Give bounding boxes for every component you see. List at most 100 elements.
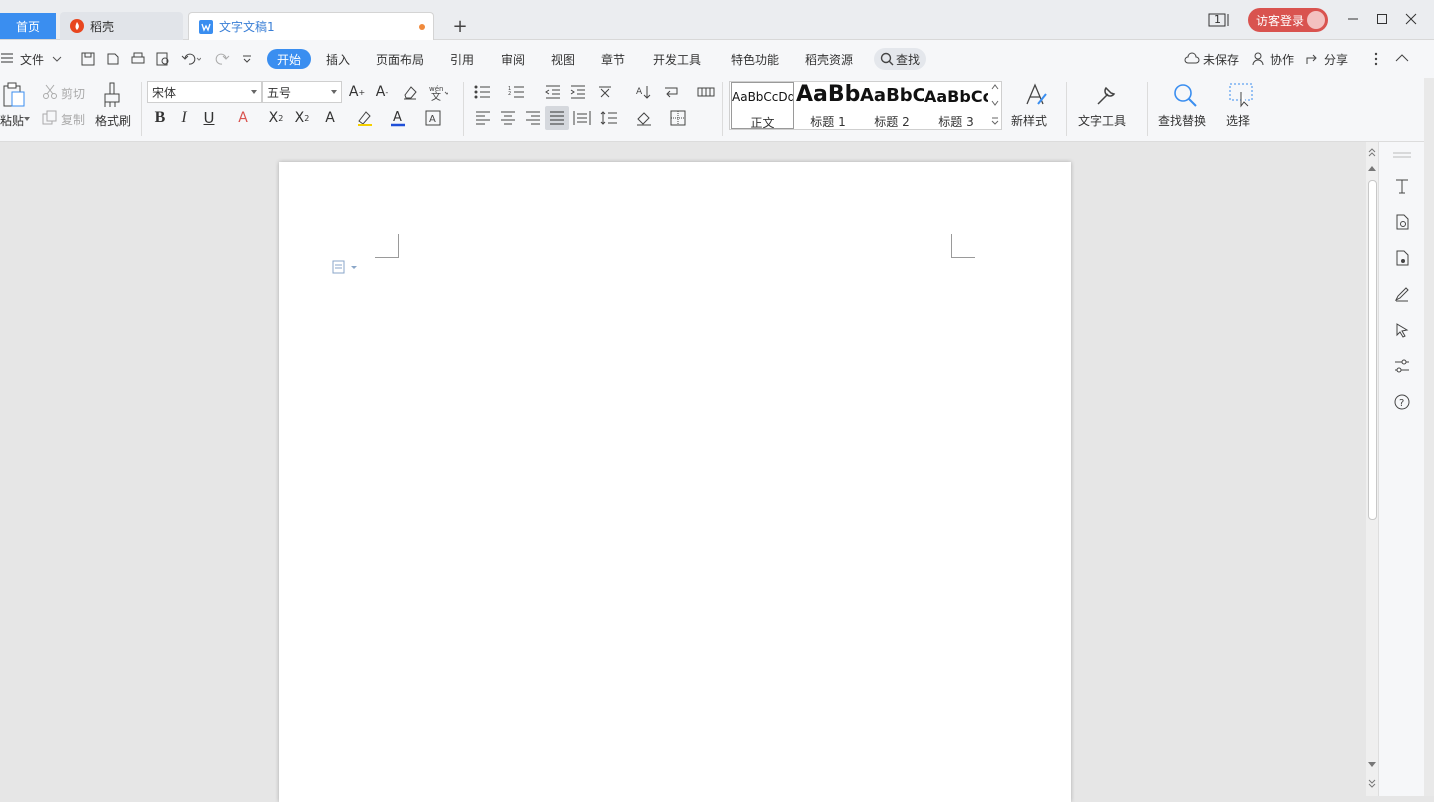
bold-icon[interactable]: B — [150, 108, 170, 128]
copy-button[interactable]: 复制 — [61, 111, 85, 128]
tab-home[interactable]: 首页 — [0, 13, 56, 39]
italic-icon[interactable]: I — [174, 108, 194, 128]
styles-expand-icon[interactable] — [991, 117, 999, 125]
print-icon[interactable] — [130, 51, 146, 67]
align-right-icon[interactable] — [523, 108, 543, 128]
text-tools-button[interactable]: 文字工具 — [1078, 112, 1126, 129]
select-icon[interactable] — [1228, 82, 1254, 108]
scroll-up-icon[interactable] — [1368, 166, 1376, 172]
menu-section[interactable]: 章节 — [601, 51, 625, 68]
undo-icon[interactable] — [181, 51, 201, 67]
cut-button[interactable]: 剪切 — [61, 85, 85, 102]
text-style-icon[interactable] — [1391, 175, 1413, 197]
phonetic-guide-icon[interactable]: wén 文 — [428, 82, 448, 102]
clear-format-icon[interactable] — [400, 82, 420, 102]
line-spacing-icon[interactable] — [599, 108, 619, 128]
styles-scroll-down-icon[interactable] — [991, 100, 999, 106]
doc-settings-icon[interactable] — [1391, 247, 1413, 269]
document-page[interactable] — [279, 162, 1071, 802]
tab-daoke[interactable]: 稻壳 — [60, 12, 183, 40]
page-counter-button[interactable]: 1 — [1208, 12, 1230, 28]
pen-icon[interactable] — [1391, 283, 1413, 305]
shrink-font-icon[interactable]: A- — [372, 82, 392, 102]
justify-icon[interactable] — [545, 106, 569, 130]
select-button[interactable]: 选择 — [1226, 112, 1250, 129]
scroll-top-icon[interactable] — [1368, 148, 1376, 158]
doc-properties-icon[interactable] — [1391, 211, 1413, 233]
align-left-icon[interactable] — [473, 108, 493, 128]
chinese-layout-icon[interactable] — [596, 82, 616, 102]
save-icon[interactable] — [80, 51, 96, 67]
maximize-icon[interactable] — [1375, 12, 1389, 26]
style-heading-2[interactable]: AaBbC 标题 2 — [860, 82, 924, 129]
help-icon[interactable]: ? — [1391, 391, 1413, 413]
superscript-icon[interactable]: X2 — [266, 108, 286, 128]
export-icon[interactable] — [105, 51, 121, 67]
strikethrough-icon[interactable]: A — [233, 108, 253, 128]
decrease-indent-icon[interactable] — [543, 82, 563, 102]
tab-document[interactable]: 文字文稿1 — [188, 12, 434, 40]
format-painter-button[interactable]: 格式刷 — [95, 112, 131, 129]
copy-icon[interactable] — [42, 110, 58, 126]
vertical-scrollbar[interactable] — [1366, 142, 1378, 796]
menu-developer[interactable]: 开发工具 — [653, 51, 701, 68]
grow-font-icon[interactable]: A + — [347, 82, 367, 102]
menu-daoke-resources[interactable]: 稻壳资源 — [805, 51, 853, 68]
customize-toolbar-icon[interactable] — [241, 53, 253, 65]
menu-start[interactable]: 开始 — [267, 49, 311, 69]
shading-icon[interactable] — [634, 108, 654, 128]
select-pointer-icon[interactable] — [1391, 319, 1413, 341]
scroll-bottom-icon[interactable] — [1368, 778, 1376, 788]
increase-indent-icon[interactable] — [568, 82, 588, 102]
borders-icon[interactable] — [668, 108, 688, 128]
styles-scroll-up-icon[interactable] — [991, 84, 999, 90]
font-size-select[interactable]: 五号 — [262, 81, 342, 103]
text-tools-icon[interactable] — [1094, 82, 1120, 108]
numbered-list-icon[interactable]: 12 — [507, 82, 527, 102]
search-button[interactable]: 查找 — [874, 48, 926, 70]
font-color-icon[interactable]: A — [388, 108, 408, 128]
format-painter-icon[interactable] — [101, 82, 123, 108]
paste-options-icon[interactable] — [332, 260, 360, 274]
align-center-icon[interactable] — [498, 108, 518, 128]
character-border-icon[interactable]: A — [423, 108, 443, 128]
scroll-down-icon[interactable] — [1368, 762, 1376, 768]
font-name-select[interactable]: 宋体 — [147, 81, 262, 103]
paste-icon[interactable] — [2, 82, 26, 108]
cut-icon[interactable] — [42, 84, 58, 100]
style-normal[interactable]: AaBbCcDd 正文 — [731, 82, 794, 130]
file-dropdown-icon[interactable] — [52, 55, 62, 63]
menu-references[interactable]: 引用 — [450, 51, 474, 68]
style-heading-3[interactable]: AaBbCc 标题 3 — [924, 82, 988, 129]
redo-icon[interactable] — [214, 51, 234, 67]
minimize-icon[interactable] — [1346, 12, 1360, 26]
subscript-icon[interactable]: X2 — [292, 108, 312, 128]
paste-dropdown-icon[interactable] — [24, 117, 30, 121]
sort-icon[interactable]: A — [633, 82, 653, 102]
style-heading-1[interactable]: AaBb 标题 1 — [796, 82, 860, 129]
underline-icon[interactable]: U — [199, 108, 219, 128]
collapse-ribbon-icon[interactable] — [1395, 54, 1409, 62]
menu-view[interactable]: 视图 — [551, 51, 575, 68]
new-tab-button[interactable]: + — [450, 16, 470, 37]
distributed-align-icon[interactable] — [572, 108, 592, 128]
menu-file[interactable]: 文件 — [20, 51, 44, 68]
menu-page-layout[interactable]: 页面布局 — [376, 51, 424, 68]
share-button[interactable]: 分享 — [1324, 51, 1348, 68]
hamburger-icon[interactable] — [0, 52, 14, 64]
close-icon[interactable] — [1404, 12, 1418, 26]
unsaved-status[interactable]: 未保存 — [1203, 51, 1239, 68]
text-effect-icon[interactable]: A — [320, 108, 340, 128]
find-replace-icon[interactable] — [1172, 82, 1198, 108]
menu-special-features[interactable]: 特色功能 — [731, 51, 779, 68]
paste-button[interactable]: 粘贴 — [0, 112, 24, 129]
find-replace-button[interactable]: 查找替换 — [1158, 112, 1206, 129]
adjust-sliders-icon[interactable] — [1391, 355, 1413, 377]
bullet-list-icon[interactable] — [473, 82, 493, 102]
table-tab-icon[interactable] — [696, 82, 716, 102]
show-hide-marks-icon[interactable] — [662, 82, 682, 102]
print-preview-icon[interactable] — [155, 51, 171, 67]
document-workspace[interactable] — [0, 142, 1366, 802]
menu-review[interactable]: 审阅 — [501, 51, 525, 68]
new-style-button[interactable]: 新样式 — [1011, 112, 1047, 129]
